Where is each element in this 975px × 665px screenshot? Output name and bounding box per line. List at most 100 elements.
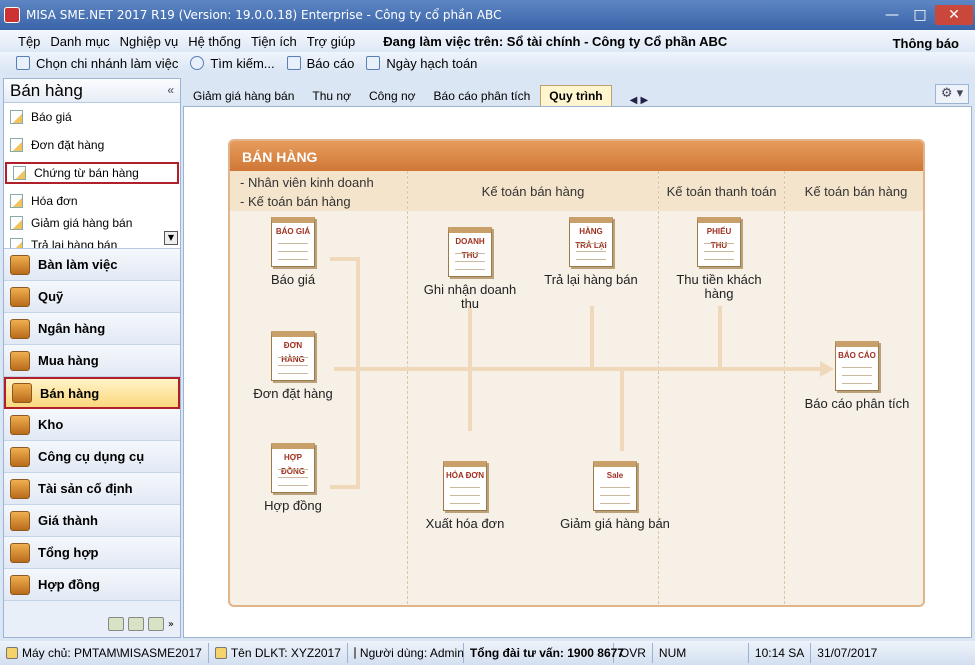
menu-bar: Tệp Danh mục Nghiệp vụ Hệ thống Tiện ích… (0, 30, 975, 52)
toolbar: Chọn chi nhánh làm việc Tìm kiếm... Báo … (0, 52, 975, 74)
tab-cong-no[interactable]: Công nợ (361, 86, 424, 106)
tab-thu-no[interactable]: Thu nợ (304, 86, 359, 106)
title-bar: MISA SME.NET 2017 R19 (Version: 19.0.0.1… (0, 0, 975, 30)
branch-button[interactable]: Chọn chi nhánh làm việc (16, 56, 178, 71)
node-label: Đơn đặt hàng (253, 386, 333, 401)
menu-catalog[interactable]: Danh mục (50, 34, 109, 49)
sidebar-subitem-giam-gia[interactable]: Giảm giá hàng bán (4, 212, 180, 234)
menu-system[interactable]: Hệ thống (188, 34, 241, 49)
tab-scroll-arrows[interactable]: ◀ ▶ (630, 95, 649, 106)
node-thu-tien-khach-hang[interactable]: PHIẾU THU Thu tiền khách hàng (664, 217, 774, 301)
menu-utilities[interactable]: Tiện ích (251, 34, 297, 49)
process-diagram: BÁN HÀNG - Nhân viên kinh doanh - Kế toá… (228, 139, 925, 607)
module-cong-cu[interactable]: Công cụ dụng cụ (4, 441, 180, 473)
footer-tool-icon[interactable] (107, 617, 124, 631)
document-icon (10, 216, 23, 230)
module-label: Ngân hàng (38, 321, 106, 336)
node-don-dat-hang[interactable]: ĐƠN HÀNG Đơn đặt hàng (238, 331, 348, 401)
notifications-button[interactable]: Thông báo (893, 36, 959, 51)
footer-mail-icon[interactable] (147, 617, 164, 631)
status-ovr: OVR (614, 643, 653, 663)
module-gia-thanh[interactable]: Giá thành (4, 505, 180, 537)
cash-icon (10, 286, 30, 307)
desk-icon (10, 254, 30, 275)
node-label: Hợp đồng (264, 498, 322, 513)
branch-label: Chọn chi nhánh làm việc (36, 55, 179, 71)
scroll-down-button[interactable]: ▼ (164, 231, 178, 245)
module-tai-san[interactable]: Tài sản cố định (4, 473, 180, 505)
document-icon (10, 138, 23, 152)
icon-caption: BÁO CÁO (838, 351, 876, 360)
module-ban-lam-viec[interactable]: Bàn làm việc (4, 249, 180, 281)
node-label: Ghi nhận doanh thu (423, 282, 517, 311)
node-giam-gia-hang-ban[interactable]: Sale Giảm giá hàng bán (560, 461, 670, 531)
subitem-label: Báo giá (31, 110, 72, 124)
tab-bao-cao[interactable]: Báo cáo phân tích (426, 86, 539, 106)
contract-icon (10, 574, 30, 595)
node-ghi-nhan-doanh-thu[interactable]: DOANH THU Ghi nhận doanh thu (415, 227, 525, 311)
document-icon (10, 110, 23, 124)
server-icon (6, 647, 18, 659)
node-hop-dong[interactable]: HỢP ĐỒNG Hợp đồng (238, 443, 348, 513)
maximize-button[interactable]: □ (907, 5, 933, 25)
sale-cart-icon: Sale (593, 461, 637, 511)
tab-giam-gia[interactable]: Giảm giá hàng bán (185, 86, 302, 106)
icon-caption: ĐƠN HÀNG (281, 341, 305, 364)
status-database: Tên DLKT: XYZ2017 (209, 643, 348, 663)
document-icon (10, 194, 23, 208)
module-label: Bàn làm việc (38, 257, 118, 272)
node-bao-gia[interactable]: BÁO GIÁ Báo giá (238, 217, 348, 287)
revenue-doc-icon: DOANH THU (448, 227, 492, 277)
node-bao-cao-phan-tich[interactable]: BÁO CÁO Báo cáo phân tích (802, 341, 912, 411)
more-chevron-icon[interactable]: » (168, 619, 174, 630)
module-ngan-hang[interactable]: Ngân hàng (4, 313, 180, 345)
icon-caption: Sale (606, 471, 624, 480)
menu-file[interactable]: Tệp (18, 34, 40, 49)
module-label: Tổng hợp (38, 545, 99, 560)
subitem-label: Trả lại hàng bán (31, 238, 118, 249)
sidebar-title: Bán hàng (10, 81, 83, 100)
module-quy[interactable]: Quỹ (4, 281, 180, 313)
menu-operations[interactable]: Nghiệp vụ (120, 34, 179, 49)
node-label: Trả lại hàng bán (544, 272, 638, 287)
node-xuat-hoa-don[interactable]: HÓA ĐƠN Xuất hóa đơn (410, 461, 520, 531)
branch-icon (16, 56, 30, 70)
order-doc-icon: ĐƠN HÀNG (271, 331, 315, 381)
posting-date-button[interactable]: Ngày hạch toán (366, 56, 477, 71)
subitem-label: Đơn đặt hàng (31, 138, 105, 152)
window-title: MISA SME.NET 2017 R19 (Version: 19.0.0.1… (26, 8, 502, 22)
close-button[interactable]: ✕ (935, 5, 973, 25)
module-mua-hang[interactable]: Mua hàng (4, 345, 180, 377)
minimize-button[interactable]: — (879, 5, 905, 25)
footer-list-icon[interactable] (127, 617, 144, 631)
sidebar-subitem-chung-tu-ban-hang[interactable]: Chứng từ bán hàng (5, 162, 179, 184)
module-hop-dong[interactable]: Hợp đồng (4, 569, 180, 601)
sidebar-subitem-hoa-don[interactable]: Hóa đơn (4, 190, 180, 212)
sidebar-subitem-bao-gia[interactable]: Báo giá (4, 106, 180, 128)
module-ban-hang[interactable]: Bán hàng (4, 377, 180, 409)
document-icon (10, 238, 23, 248)
contract-doc-icon: HỢP ĐỒNG (271, 443, 315, 493)
search-button[interactable]: Tìm kiếm... (190, 56, 275, 71)
sidebar-sublist: Báo giá Đơn đặt hàng Chứng từ bán hàng H… (4, 103, 180, 249)
app-logo-icon (4, 7, 20, 23)
report-button[interactable]: Báo cáo (286, 56, 354, 71)
settings-gear-icon[interactable]: ⚙ ▾ (935, 84, 969, 104)
asset-icon (10, 478, 30, 499)
ledger-icon (10, 542, 30, 563)
database-icon (214, 647, 227, 659)
menu-help[interactable]: Trợ giúp (307, 34, 356, 49)
returns-doc-icon: HÀNG TRẢ LẠI (569, 217, 613, 267)
sidebar-subitem-tra-lai[interactable]: Trả lại hàng bán (4, 234, 180, 249)
sidebar-subitem-don-dat-hang[interactable]: Đơn đặt hàng (4, 134, 180, 156)
calendar-icon (366, 56, 381, 70)
collapse-icon[interactable]: « (167, 83, 174, 97)
icon-caption: DOANH THU (455, 237, 485, 260)
process-title: BÁN HÀNG (230, 141, 923, 171)
node-label: Thu tiền khách hàng (676, 272, 762, 301)
tab-quy-trinh[interactable]: Quy trình (540, 85, 612, 106)
module-tong-hop[interactable]: Tổng hợp (4, 537, 180, 569)
node-tra-lai-hang-ban[interactable]: HÀNG TRẢ LẠI Trả lại hàng bán (536, 217, 646, 287)
invoice-doc-icon: HÓA ĐƠN (443, 461, 487, 511)
module-kho[interactable]: Kho (4, 409, 180, 441)
